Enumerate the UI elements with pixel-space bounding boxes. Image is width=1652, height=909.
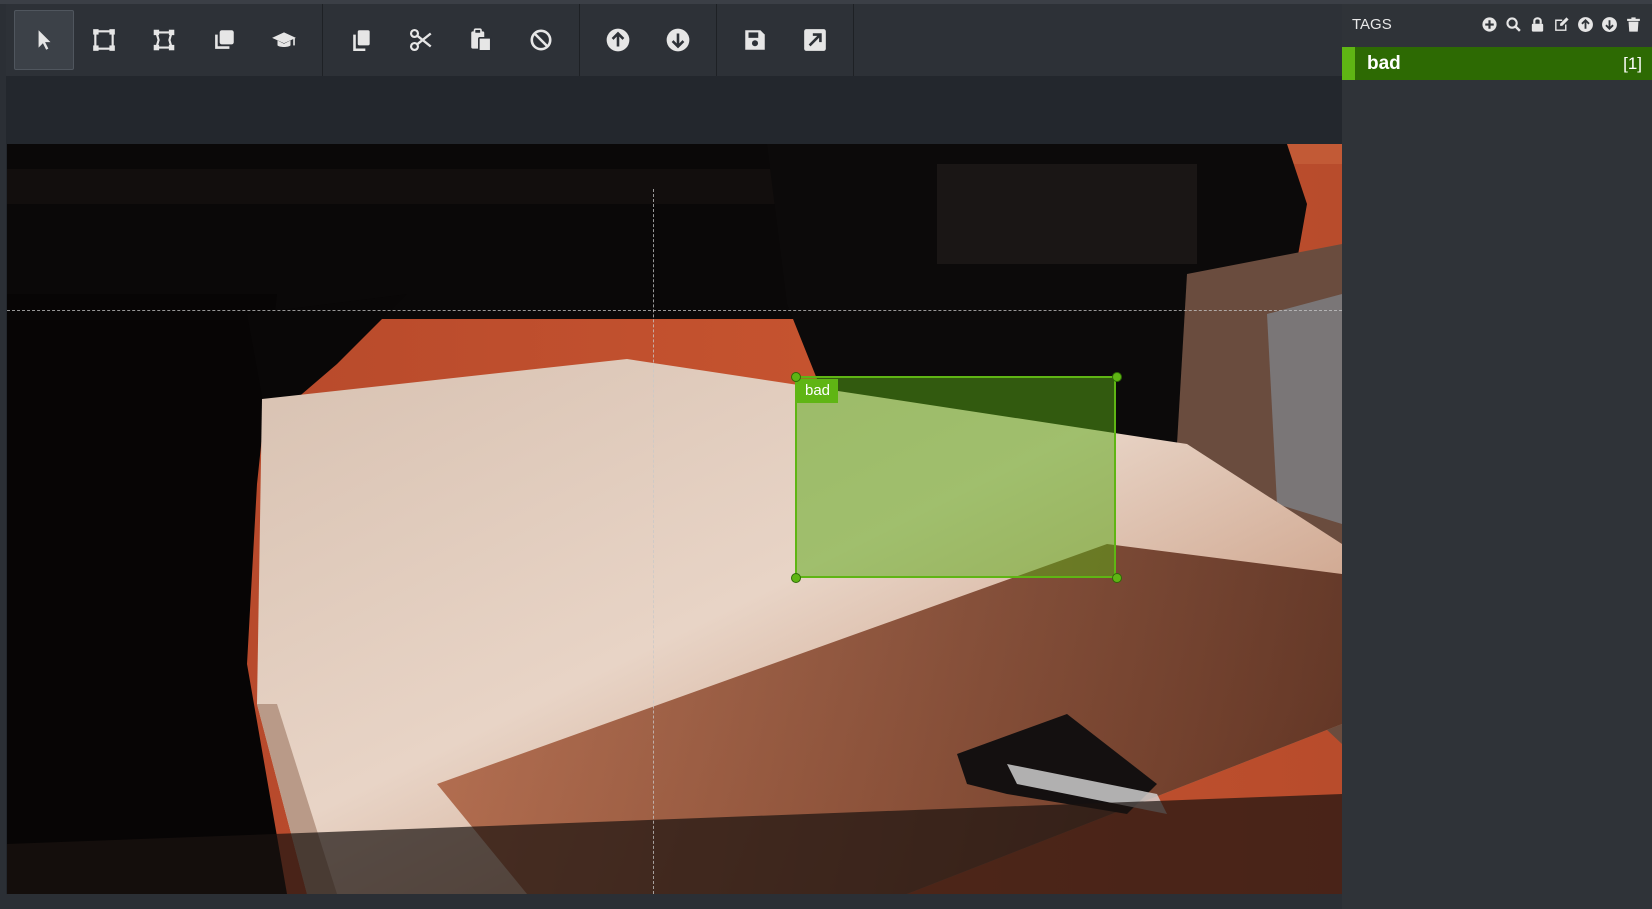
paste-regions-button[interactable] [451, 10, 511, 70]
tag-count: [1] [1623, 53, 1642, 73]
toolbar-group-draw [6, 4, 323, 76]
rectangle-tool-button[interactable] [74, 10, 134, 70]
tags-header: TAGS [1342, 4, 1652, 44]
region-handle-top-left[interactable] [791, 372, 801, 382]
trash-icon[interactable] [1625, 16, 1642, 33]
crosshair-vertical-guide [653, 189, 654, 894]
graduation-cap-icon [272, 32, 296, 48]
tags-toolbar [1481, 16, 1642, 33]
ban-icon [530, 29, 552, 51]
polygon-icon [153, 29, 175, 51]
tag-name: bad [1367, 52, 1401, 74]
previous-asset-button[interactable] [588, 10, 648, 70]
cut-regions-button[interactable] [391, 10, 451, 70]
lock-icon[interactable] [1529, 16, 1546, 33]
editor-toolbar [6, 4, 1342, 76]
tag-item[interactable]: bad [1] [1342, 47, 1652, 80]
select-tool-button[interactable] [14, 10, 74, 70]
arrow-up-icon [606, 28, 630, 52]
export-icon [804, 29, 826, 51]
copy-icon [353, 30, 370, 52]
region-handle-bottom-left[interactable] [791, 573, 801, 583]
pointer-icon [38, 30, 51, 50]
save-project-button[interactable] [725, 10, 785, 70]
copy-rectangle-button[interactable] [194, 10, 254, 70]
tagged-region[interactable]: bad [795, 376, 1116, 578]
save-icon [745, 30, 765, 50]
add-icon[interactable] [1481, 16, 1498, 33]
scissors-icon [409, 28, 432, 52]
arrow-down-circle-icon[interactable] [1601, 16, 1618, 33]
toolbar-group-navigation [580, 4, 717, 76]
crosshair-horizontal-guide [7, 310, 1342, 311]
arrow-down-icon [666, 28, 690, 52]
toolbar-group-clipboard [323, 4, 580, 76]
tags-sidebar: TAGS bad [1] [1342, 4, 1652, 909]
next-asset-button[interactable] [648, 10, 708, 70]
tag-color-swatch[interactable] [1342, 47, 1355, 80]
region-handle-bottom-right[interactable] [1112, 573, 1122, 583]
clear-regions-button[interactable] [511, 10, 571, 70]
polygon-tool-button[interactable] [134, 10, 194, 70]
edit-icon[interactable] [1553, 16, 1570, 33]
tags-title: TAGS [1352, 15, 1392, 33]
copy-regions-button[interactable] [331, 10, 391, 70]
search-icon[interactable] [1505, 16, 1522, 33]
status-bar [6, 894, 1342, 909]
rectangle-icon [93, 29, 115, 51]
copy-rectangle-icon [215, 30, 234, 49]
asset-image [7, 144, 1342, 894]
arrow-up-circle-icon[interactable] [1577, 16, 1594, 33]
toolbar-group-project [717, 4, 854, 76]
region-handle-top-right[interactable] [1112, 372, 1122, 382]
region-tag-label: bad [797, 379, 839, 403]
export-project-button[interactable] [785, 10, 845, 70]
active-learning-button[interactable] [254, 10, 314, 70]
paste-icon [471, 28, 492, 52]
